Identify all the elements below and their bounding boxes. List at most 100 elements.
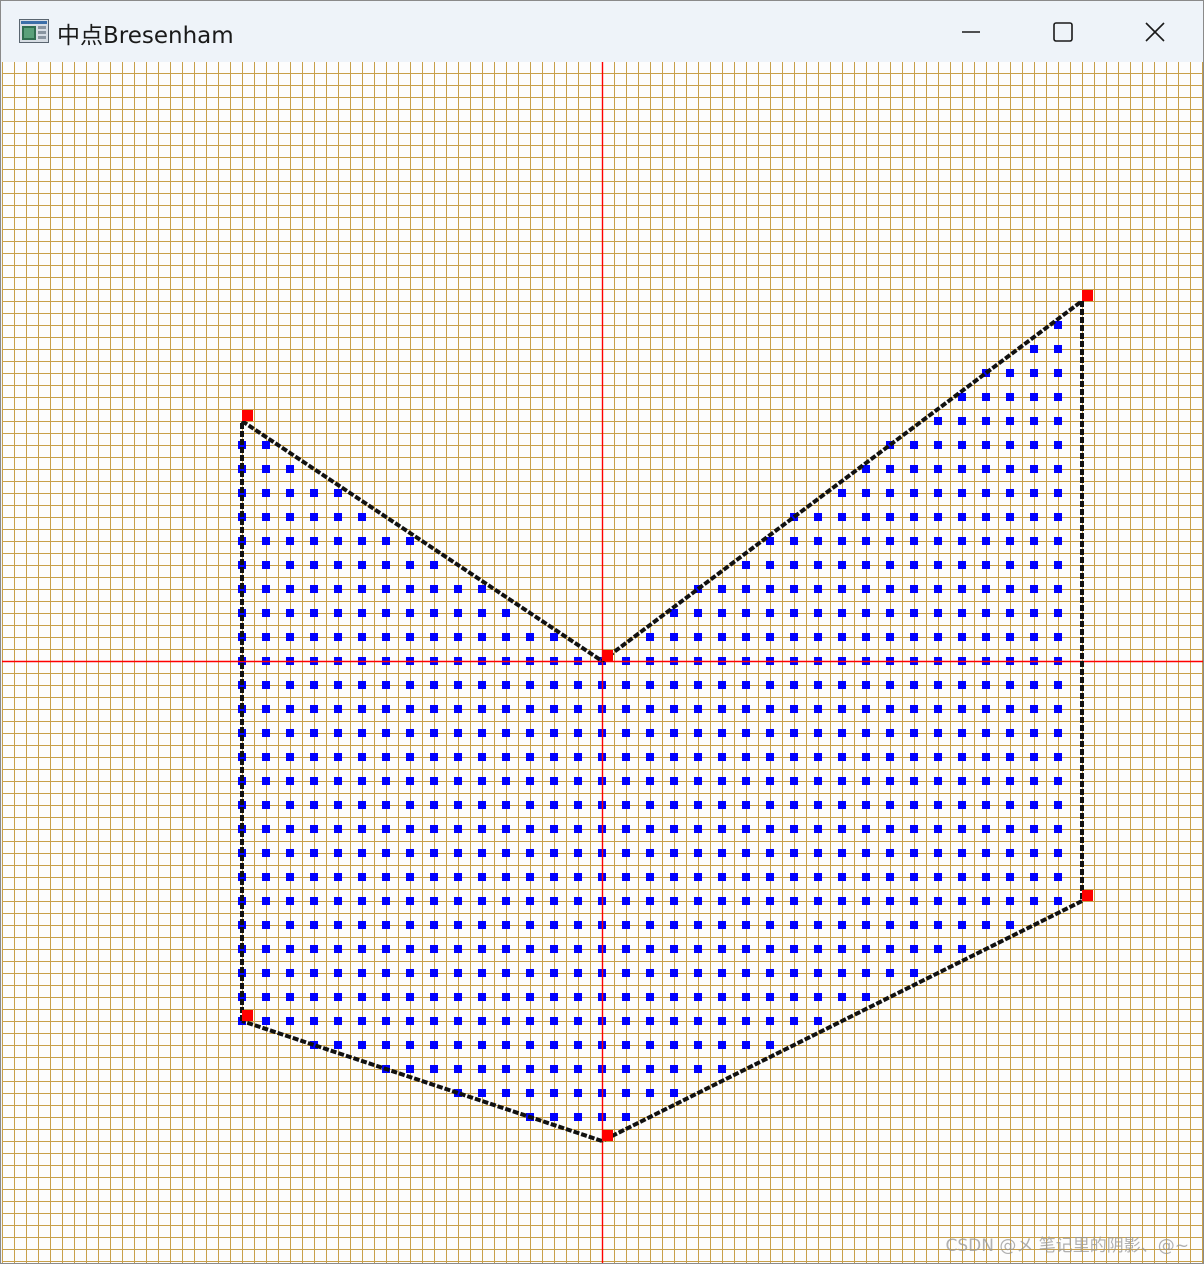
fill-pixel [766,633,774,641]
fill-pixel [694,897,702,905]
fill-pixel [622,1113,630,1121]
fill-pixel [502,753,510,761]
maximize-button[interactable] [1017,1,1109,62]
fill-pixel [694,945,702,953]
fill-pixel [886,537,894,545]
fill-pixel [1054,633,1062,641]
fill-pixel [694,633,702,641]
fill-pixel [622,681,630,689]
fill-pixel [334,873,342,881]
fill-pixel [862,489,870,497]
fill-pixel [526,1089,534,1097]
fill-pixel [646,921,654,929]
fill-pixel [718,801,726,809]
fill-pixel [1054,729,1062,737]
fill-pixel [1006,873,1014,881]
fill-pixel [670,801,678,809]
fill-pixel [262,897,270,905]
drawing-canvas[interactable]: CSDN @メ 笔记里的阴影、@~ [2,62,1203,1263]
fill-pixel [838,681,846,689]
fill-pixel [406,561,414,569]
fill-pixel [1030,441,1038,449]
fill-pixel [862,609,870,617]
fill-pixel [742,825,750,833]
fill-pixel [910,681,918,689]
minimize-button[interactable] [925,1,1017,62]
fill-pixel [1030,705,1038,713]
fill-pixel [1030,633,1038,641]
fill-pixel [670,681,678,689]
fill-pixel [1030,489,1038,497]
fill-pixel [1030,609,1038,617]
fill-pixel [718,1017,726,1025]
fill-pixel [1054,753,1062,761]
fill-pixel [694,1065,702,1073]
fill-pixel [550,873,558,881]
fill-pixel [934,465,942,473]
fill-pixel [982,465,990,473]
vertex-marker [1082,890,1093,901]
fill-pixel [454,969,462,977]
fill-pixel [910,705,918,713]
fill-pixel [334,753,342,761]
fill-pixel [502,921,510,929]
fill-pixel [262,873,270,881]
fill-pixel [1054,465,1062,473]
fill-pixel [838,705,846,713]
fill-pixel [526,921,534,929]
fill-pixel [310,849,318,857]
fill-pixel [958,849,966,857]
raster-scene [2,62,1203,1263]
close-icon [1145,21,1165,42]
title-bar[interactable]: 中点Bresenham [1,1,1203,62]
fill-pixel [694,873,702,881]
fill-pixel [718,969,726,977]
fill-pixel [886,561,894,569]
fill-pixel [742,1017,750,1025]
fill-pixel [1054,393,1062,401]
fill-pixel [766,585,774,593]
fill-pixel [622,1041,630,1049]
fill-pixel [622,945,630,953]
fill-pixel [958,561,966,569]
fill-pixel [766,801,774,809]
fill-pixel [526,1017,534,1025]
fill-pixel [478,825,486,833]
fill-pixel [430,585,438,593]
fill-pixel [574,681,582,689]
fill-pixel [838,993,846,1001]
fill-pixel [934,585,942,593]
fill-pixel [286,777,294,785]
fill-pixel [574,921,582,929]
fill-pixel [526,1065,534,1073]
fill-pixel [982,417,990,425]
fill-pixel [1054,897,1062,905]
fill-pixel [478,849,486,857]
fill-pixel [1006,585,1014,593]
fill-pixel [742,705,750,713]
fill-pixel [622,1089,630,1097]
close-button[interactable] [1109,1,1201,62]
fill-pixel [406,921,414,929]
fill-pixel [814,873,822,881]
fill-pixel [790,585,798,593]
fill-pixel [910,585,918,593]
fill-pixel [766,993,774,1001]
fill-pixel [646,681,654,689]
fill-pixel [358,1041,366,1049]
fill-pixel [526,801,534,809]
fill-pixel [358,633,366,641]
fill-pixel [838,729,846,737]
fill-pixel [838,969,846,977]
fill-pixel [886,825,894,833]
fill-pixel [358,585,366,593]
fill-pixel [358,801,366,809]
fill-pixel [550,777,558,785]
fill-pixel [430,681,438,689]
fill-pixel [1006,729,1014,737]
fill-pixel [646,849,654,857]
fill-pixel [358,513,366,521]
fill-pixel [262,1017,270,1025]
fill-pixel [334,537,342,545]
fill-pixel [838,585,846,593]
